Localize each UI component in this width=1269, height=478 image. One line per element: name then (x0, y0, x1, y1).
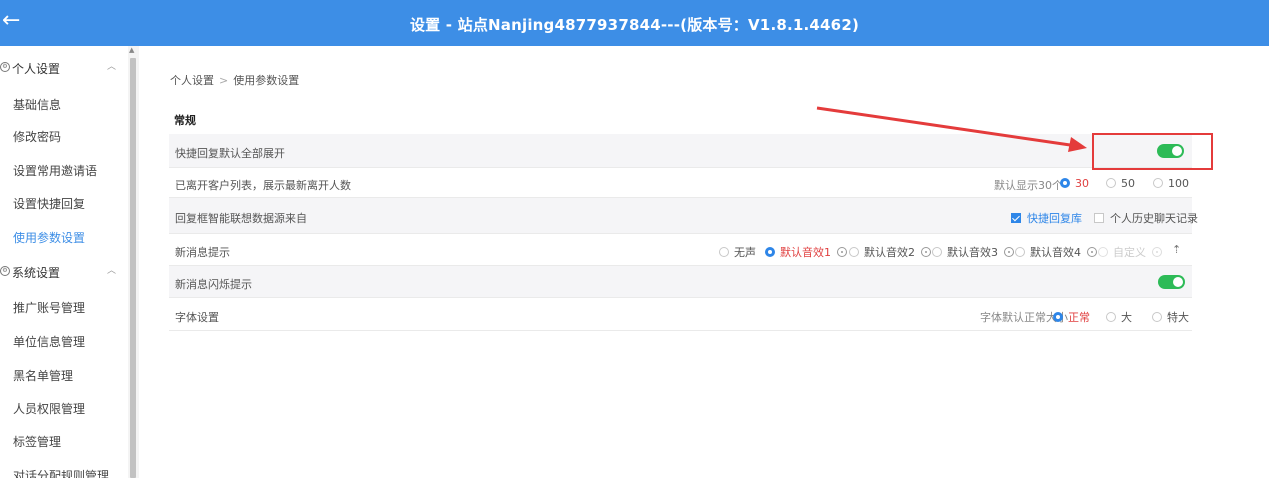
checkbox-checked-icon (1011, 213, 1021, 223)
sidebar-item-invite-phrases[interactable]: 设置常用邀请语 (13, 162, 97, 179)
annotation-highlight-box (1092, 133, 1213, 170)
sidebar-item-basic-info[interactable]: 基础信息 (13, 96, 61, 113)
window-title: 设置 - 站点Nanjing4877937844---(版本号：V1.8.1.4… (409, 16, 860, 34)
radio-icon (849, 247, 859, 257)
setting-label: 已离开客户列表，展示最新离开人数 (175, 179, 351, 192)
setting-row-font-size: 字体设置 字体默认正常大小 正常 大 特大 (169, 298, 1192, 331)
sidebar-scrollbar[interactable]: ▲ (128, 46, 139, 478)
radio-icon (1106, 178, 1116, 188)
option-label: 默认音效4 (1030, 246, 1081, 259)
alert-option-sound3[interactable]: 默认音效3 (932, 244, 1014, 260)
alert-option-sound1[interactable]: 默认音效1 (765, 244, 847, 260)
setting-row-departed-customers: 已离开客户列表，展示最新离开人数 默认显示30个 30 50 100 (169, 168, 1192, 198)
section-title: 常规 (174, 114, 196, 127)
scrollbar-thumb[interactable] (130, 58, 136, 478)
new-message-flash-toggle[interactable] (1158, 275, 1185, 289)
departed-option-100[interactable]: 100 (1153, 177, 1189, 190)
option-label: 正常 (1068, 311, 1090, 324)
option-label: 默认音效1 (780, 246, 831, 259)
setting-label: 新消息提示 (175, 246, 230, 259)
checkbox-icon (1094, 213, 1104, 223)
setting-label: 快捷回复默认全部展开 (175, 147, 285, 160)
breadcrumb-separator-icon: > (219, 74, 229, 87)
radio-icon (1152, 312, 1162, 322)
option-label: 100 (1168, 177, 1189, 190)
setting-row-new-message-alert: 新消息提示 无声 默认音效1 默认音效2 默认音效3 默认音效4 自定义 ⇡ (169, 234, 1192, 266)
chevron-up-icon: ︿ (107, 62, 117, 72)
option-label: 默认音效2 (864, 246, 915, 259)
font-option-xlarge[interactable]: 特大 (1152, 309, 1189, 325)
setting-hint: 默认显示30个 (994, 179, 1063, 192)
option-label: 默认音效3 (947, 246, 998, 259)
play-sound-icon[interactable] (837, 247, 847, 257)
sidebar-group-personal[interactable]: ⚙ 个人设置 ︿ (0, 59, 128, 83)
setting-label: 回复框智能联想数据源来自 (175, 212, 307, 225)
breadcrumb: 个人设置 > 使用参数设置 (170, 72, 299, 88)
radio-icon (1098, 247, 1108, 257)
option-label: 大 (1121, 311, 1132, 324)
sidebar-item-quick-reply[interactable]: 设置快捷回复 (13, 195, 85, 212)
option-label: 30 (1075, 177, 1089, 190)
sidebar-item-permissions[interactable]: 人员权限管理 (13, 400, 85, 417)
radio-icon (1106, 312, 1116, 322)
chevron-up-icon: ︿ (107, 266, 117, 276)
radio-selected-icon (1060, 178, 1070, 188)
play-sound-icon[interactable] (921, 247, 931, 257)
departed-option-30[interactable]: 30 (1060, 177, 1089, 190)
title-bar: ← 设置 - 站点Nanjing4877937844---(版本号：V1.8.1… (0, 0, 1269, 46)
toggle-knob (1173, 277, 1183, 287)
sidebar-item-promo-accounts[interactable]: 推广账号管理 (13, 299, 85, 316)
option-label: 50 (1121, 177, 1135, 190)
radio-icon (719, 247, 729, 257)
option-label: 自定义 (1113, 246, 1146, 259)
sidebar: ⚙ 个人设置 ︿ 基础信息 修改密码 设置常用邀请语 设置快捷回复 使用参数设置… (0, 46, 128, 478)
font-option-normal[interactable]: 正常 (1053, 309, 1090, 325)
play-sound-icon[interactable] (1004, 247, 1014, 257)
sidebar-item-tags[interactable]: 标签管理 (13, 433, 61, 450)
option-label: 特大 (1167, 311, 1189, 324)
breadcrumb-item-current: 使用参数设置 (233, 74, 300, 87)
breadcrumb-item[interactable]: 个人设置 (170, 74, 214, 87)
sidebar-item-blacklist[interactable]: 黑名单管理 (13, 367, 73, 384)
sidebar-group-label: 系统设置 (12, 266, 61, 280)
suggest-source-history-checkbox[interactable]: 个人历史聊天记录 (1094, 210, 1198, 226)
sidebar-group-label: 个人设置 (12, 62, 61, 76)
sidebar-item-change-password[interactable]: 修改密码 (13, 128, 61, 145)
upload-icon[interactable]: ⇡ (1172, 243, 1181, 256)
alert-option-sound2[interactable]: 默认音效2 (849, 244, 931, 260)
sidebar-group-system[interactable]: ⚙ 系统设置 ︿ (0, 263, 128, 287)
font-option-large[interactable]: 大 (1106, 309, 1132, 325)
gear-icon: ⚙ (0, 266, 10, 276)
radio-icon (932, 247, 942, 257)
radio-selected-icon (1053, 312, 1063, 322)
suggest-source-quick-reply-checkbox[interactable]: 快捷回复库 (1011, 210, 1082, 226)
option-label: 无声 (734, 246, 756, 259)
scroll-up-icon[interactable]: ▲ (129, 46, 134, 54)
annotation-arrow (816, 106, 1087, 152)
alert-option-sound4[interactable]: 默认音效4 (1015, 244, 1097, 260)
sidebar-item-usage-params[interactable]: 使用参数设置 (13, 229, 85, 246)
play-sound-icon[interactable] (1087, 247, 1097, 257)
radio-icon (1153, 178, 1163, 188)
sidebar-item-dispatch-rules[interactable]: 对话分配规则管理 (13, 467, 109, 478)
option-label: 个人历史聊天记录 (1110, 212, 1198, 225)
alert-option-custom[interactable]: 自定义 (1098, 244, 1162, 260)
radio-selected-icon (765, 247, 775, 257)
setting-label: 字体设置 (175, 311, 219, 324)
option-label: 快捷回复库 (1027, 212, 1082, 225)
departed-option-50[interactable]: 50 (1106, 177, 1135, 190)
alert-option-silent[interactable]: 无声 (719, 244, 756, 260)
sidebar-item-unit-info[interactable]: 单位信息管理 (13, 333, 85, 350)
radio-icon (1015, 247, 1025, 257)
setting-label: 新消息闪烁提示 (175, 278, 252, 291)
setting-row-new-message-flash: 新消息闪烁提示 (169, 266, 1192, 298)
gear-icon: ⚙ (0, 62, 10, 72)
play-sound-icon[interactable] (1152, 247, 1162, 257)
setting-row-suggest-source: 回复框智能联想数据源来自 快捷回复库 个人历史聊天记录 (169, 198, 1198, 234)
